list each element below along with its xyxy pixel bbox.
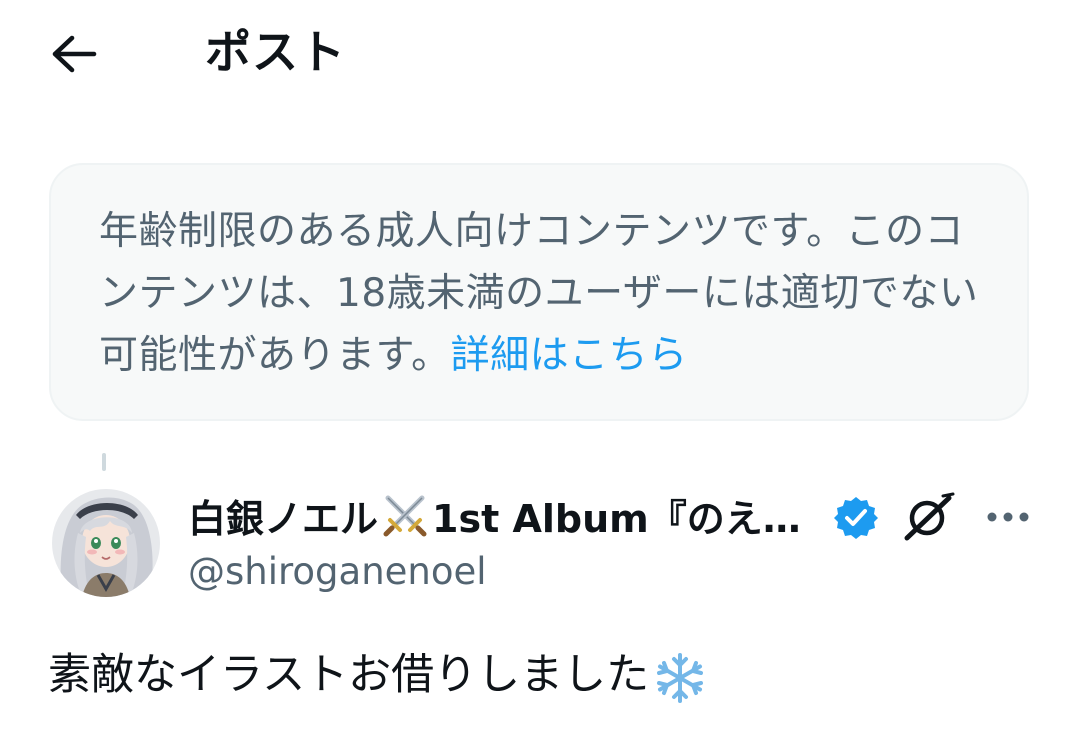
- top-bar: ポスト: [0, 0, 1080, 110]
- more-options-button[interactable]: [982, 495, 1034, 539]
- author-display-name[interactable]: 白銀ノエル 1st Album『のえ…: [188, 490, 801, 541]
- avatar-image: [52, 489, 160, 597]
- avatar[interactable]: [52, 489, 160, 597]
- author-name: 白銀ノエル: [188, 496, 379, 541]
- post-body: 素敵なイラストお借りしました: [48, 643, 707, 707]
- more-dots-icon: [987, 512, 1029, 522]
- author-handle[interactable]: @shiroganenoel: [188, 547, 487, 597]
- grok-icon: [904, 492, 955, 541]
- snowflake-icon: [657, 652, 704, 703]
- verified-badge-icon: [834, 497, 878, 539]
- learn-more-link[interactable]: 詳細はこちら: [451, 333, 688, 378]
- sensitive-content-warning: 年齢制限のある成人向けコンテンツです。このコンテンツは、18歳未満のユーザーには…: [49, 163, 1029, 421]
- author-name-suffix: 1st Album『のえ…: [432, 496, 801, 541]
- back-button[interactable]: [44, 26, 104, 82]
- arrow-left-icon: [52, 35, 97, 73]
- post-page: ポスト 年齢制限のある成人向けコンテンツです。このコンテンツは、18歳未満のユー…: [0, 0, 1080, 732]
- crossed-swords-icon: [383, 495, 427, 537]
- thread-connector: [102, 453, 106, 471]
- grok-button[interactable]: [900, 490, 958, 544]
- post-text: 素敵なイラストお借りしました: [48, 650, 650, 700]
- page-title: ポスト: [205, 25, 346, 79]
- warning-message: 年齢制限のある成人向けコンテンツです。このコンテンツは、18歳未満のユーザーには…: [99, 201, 987, 387]
